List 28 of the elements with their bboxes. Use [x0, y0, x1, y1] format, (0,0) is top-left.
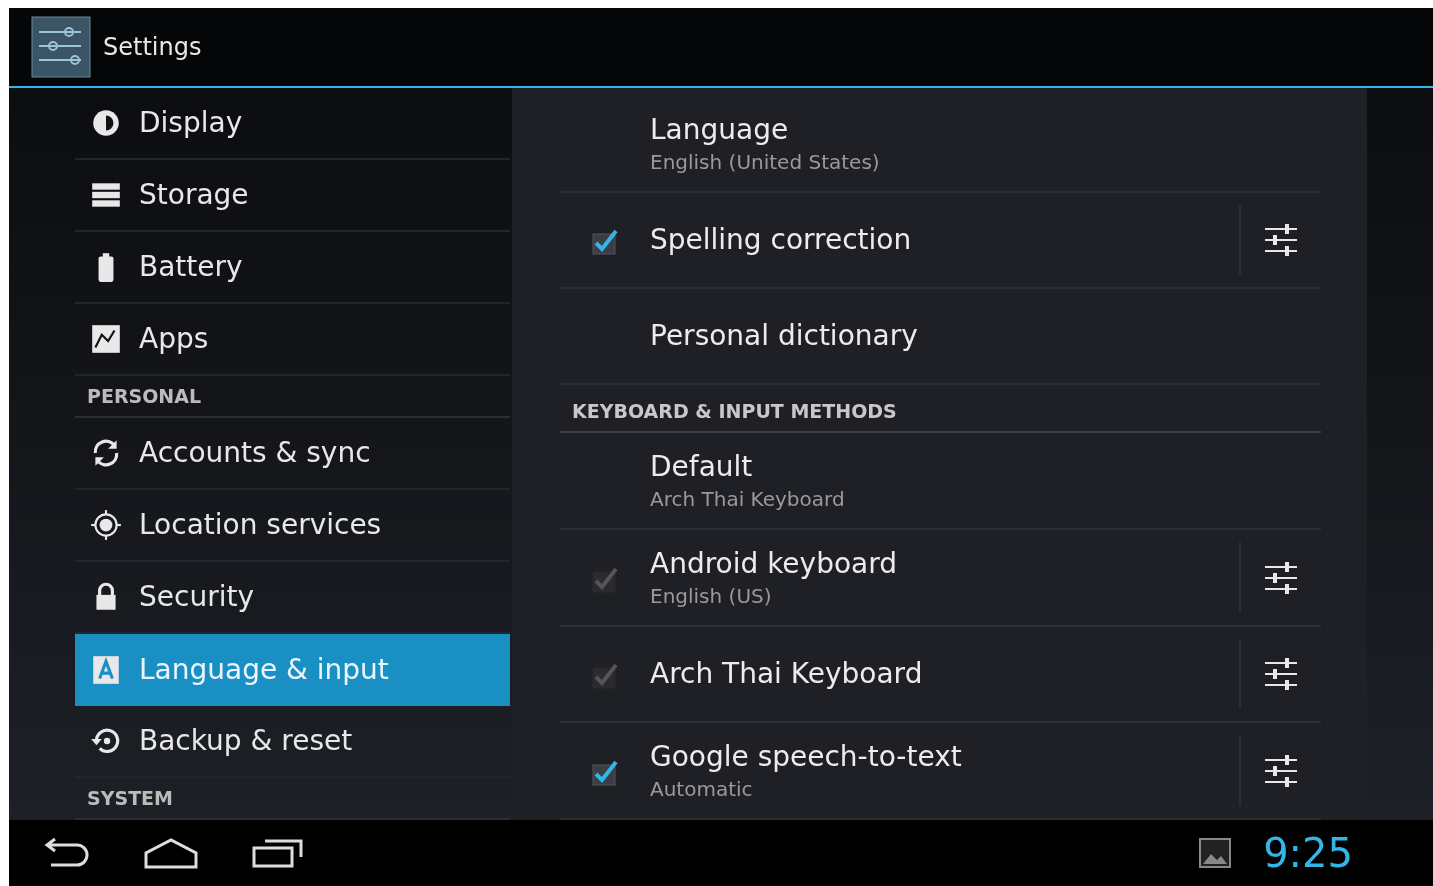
preference-title: Spelling correction — [650, 222, 913, 258]
sidebar-item[interactable]: Battery — [75, 232, 510, 304]
sidebar-item[interactable]: Location services — [75, 490, 510, 562]
preference-title: Language — [650, 111, 790, 148]
section-header: SYSTEM — [87, 785, 173, 811]
clock: 9:25 — [1263, 829, 1353, 878]
preference-summary: English (US) — [650, 582, 773, 610]
preference-title: Arch Thai Keyboard — [650, 656, 924, 692]
section-header: KEYBOARD & INPUT METHODS — [572, 398, 897, 424]
section-header: PERSONAL — [87, 383, 202, 409]
action-bar-title: Settings — [103, 32, 202, 63]
preference-row[interactable]: Spelling correction — [650, 193, 1239, 287]
preference-row[interactable]: Language English (United States) — [650, 96, 1321, 191]
preference-title: Default — [650, 448, 754, 485]
preference-row[interactable]: Personal dictionary — [650, 289, 1321, 383]
preference-title: Android keyboard — [650, 545, 899, 582]
preference-row[interactable]: Google speech-to-text Automatic — [650, 723, 1239, 818]
sidebar-item[interactable]: Display — [75, 88, 510, 160]
preference-row[interactable]: Default Arch Thai Keyboard — [650, 433, 1321, 528]
preference-summary: English (United States) — [650, 148, 881, 176]
sidebar-item[interactable]: Storage — [75, 160, 510, 232]
sidebar-item[interactable]: Apps — [75, 304, 510, 376]
preference-title: Personal dictionary — [650, 318, 919, 354]
sidebar-item[interactable]: Backup & reset — [75, 706, 510, 778]
preference-summary: Arch Thai Keyboard — [650, 485, 846, 513]
sidebar-item[interactable]: Accounts & sync — [75, 418, 510, 490]
preference-summary: Automatic — [650, 775, 754, 803]
preference-title: Google speech-to-text — [650, 738, 963, 775]
